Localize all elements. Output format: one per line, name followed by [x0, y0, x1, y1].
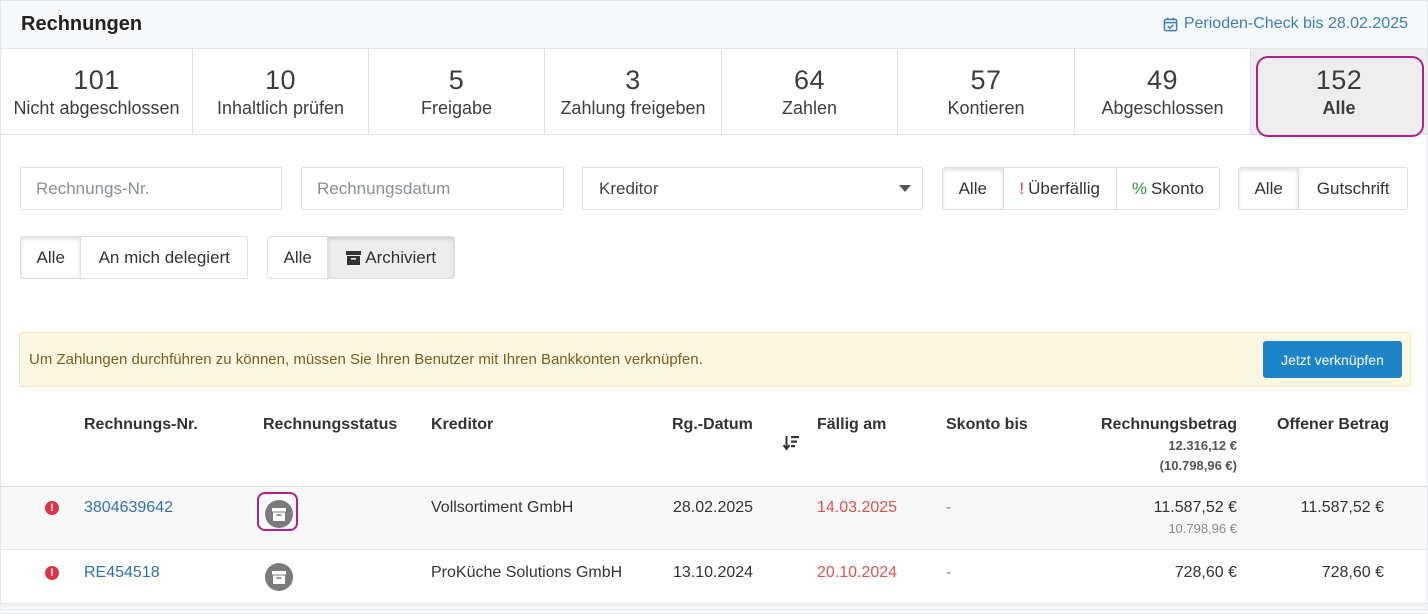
period-check-label: Perioden-Check bis 28.02.2025	[1183, 15, 1408, 32]
invoice-amount-net: 10.798,96 €	[1168, 521, 1237, 536]
calendar-check-icon	[1163, 17, 1178, 31]
tab-nicht-abgeschlossen[interactable]: 101 Nicht abgeschlossen	[1, 49, 193, 134]
button-label: An mich delegiert	[98, 247, 230, 267]
percent-icon: %	[1131, 178, 1147, 198]
tab-count: 57	[970, 65, 1002, 95]
tab-zahlen[interactable]: 64 Zahlen	[722, 49, 898, 134]
archive-filter-all-button[interactable]: Alle	[268, 237, 329, 278]
creditor-select[interactable]: Kreditor	[582, 167, 923, 210]
exclamation-icon: !	[1019, 178, 1025, 198]
button-label: Alle	[283, 247, 312, 267]
open-amount: 728,60 €	[1321, 564, 1384, 581]
table-row[interactable]: ! 3804639642 Vollsortiment GmbH 28.02.20…	[1, 487, 1427, 550]
tab-freigabe[interactable]: 5 Freigabe	[369, 49, 545, 134]
tab-count: 3	[625, 65, 641, 95]
column-header-amount[interactable]: Rechnungsbetrag	[1101, 416, 1237, 434]
invoice-date: 28.02.2025	[673, 499, 754, 516]
tab-abgeschlossen[interactable]: 49 Abgeschlossen	[1075, 49, 1251, 134]
invoice-number-link[interactable]: 3804639642	[84, 499, 173, 517]
column-header-due[interactable]: Fällig am	[817, 416, 886, 434]
creditor-select-value: Kreditor	[599, 179, 659, 198]
column-header-invoice-number[interactable]: Rechnungs-Nr.	[84, 416, 198, 434]
type-filter-group: Alle Gutschrift	[1238, 167, 1408, 210]
exclamation-circle-icon: !	[45, 501, 59, 515]
sort-descending-icon[interactable]	[783, 435, 799, 451]
column-header-discount-until[interactable]: Skonto bis	[946, 416, 1028, 434]
button-label: Archiviert	[365, 247, 437, 267]
archive-glyph	[272, 570, 286, 584]
column-header-date[interactable]: Rg.-Datum	[672, 416, 753, 434]
tab-label: Inhaltlich prüfen	[216, 98, 345, 118]
invoice-amount: 11.587,52 €	[1153, 499, 1237, 516]
archive-box-icon	[346, 250, 362, 265]
archive-icon[interactable]	[265, 563, 293, 591]
button-label: Alle	[958, 178, 987, 198]
invoice-date-filter[interactable]	[301, 167, 564, 210]
alert-message: Um Zahlungen durchführen zu können, müss…	[29, 351, 703, 368]
tab-inhaltlich-pruefen[interactable]: 10 Inhaltlich prüfen	[193, 49, 369, 134]
period-check-link[interactable]: Perioden-Check bis 28.02.2025	[1163, 15, 1408, 33]
type-filter-credit-button[interactable]: Gutschrift	[1299, 168, 1407, 209]
page-title: Rechnungen	[21, 13, 143, 35]
invoice-amount: 728,60 €	[1174, 564, 1237, 581]
invoice-date: 13.10.2024	[673, 564, 754, 581]
archive-icon[interactable]	[265, 500, 293, 528]
tab-label: Alle	[1322, 98, 1356, 118]
caret-down-icon	[899, 185, 911, 192]
tab-zahlung-freigeben[interactable]: 3 Zahlung freigeben	[545, 49, 722, 134]
due-filter-discount-button[interactable]: % Skonto	[1116, 168, 1219, 209]
archive-filter-archived-button[interactable]: Archiviert	[328, 237, 454, 278]
creditor-name: ProKüche Solutions GmbH	[431, 564, 623, 581]
tab-label: Freigabe	[420, 98, 493, 118]
link-now-button[interactable]: Jetzt verknüpfen	[1263, 341, 1402, 378]
discount-until: -	[946, 564, 952, 581]
tab-count: 10	[264, 65, 297, 95]
delegate-filter-group: Alle An mich delegiert	[20, 236, 248, 279]
tab-label: Zahlen	[781, 98, 838, 118]
delegate-filter-mine-button[interactable]: An mich delegiert	[81, 237, 247, 278]
creditor-name: Vollsortiment GmbH	[431, 499, 574, 516]
button-label: Skonto	[1150, 178, 1204, 198]
button-label: Alle	[36, 247, 65, 267]
invoice-number-link[interactable]: RE454518	[84, 564, 160, 582]
invoices-panel: Rechnungen Perioden-Check bis 28.02.2025…	[0, 0, 1428, 614]
open-amount: 11.587,52 €	[1300, 499, 1384, 516]
tab-count: 64	[793, 65, 826, 95]
tab-label: Kontieren	[947, 98, 1025, 118]
due-filter-overdue-button[interactable]: ! Überfällig	[1003, 168, 1117, 209]
button-label: Alle	[1254, 178, 1283, 198]
amount-total: 12.316,12 €	[1168, 438, 1237, 453]
tab-alle[interactable]: 152 Alle	[1251, 49, 1427, 134]
due-filter-all-button[interactable]: Alle	[943, 168, 1004, 209]
amount-total-net: (10.798,96 €)	[1159, 458, 1237, 473]
type-filter-all-button[interactable]: Alle	[1239, 168, 1300, 209]
tab-label: Zahlung freigeben	[560, 98, 706, 118]
tab-count: 152	[1315, 65, 1363, 95]
column-header-open-amount[interactable]: Offener Betrag	[1277, 416, 1389, 434]
discount-until: -	[946, 499, 952, 516]
due-date: 14.03.2025	[817, 499, 898, 516]
button-label: Gutschrift	[1316, 178, 1390, 198]
column-header-creditor[interactable]: Kreditor	[431, 416, 493, 434]
archive-filter-group: Alle Archiviert	[267, 236, 455, 279]
archive-glyph	[272, 507, 286, 521]
exclamation-circle-icon: !	[45, 566, 59, 580]
button-label: Überfällig	[1028, 178, 1100, 198]
invoice-number-filter[interactable]	[20, 167, 282, 210]
due-filter-group: Alle ! Überfällig % Skonto	[942, 167, 1220, 210]
due-date: 20.10.2024	[817, 564, 898, 581]
bank-link-alert: Um Zahlungen durchführen zu können, müss…	[19, 332, 1411, 387]
tab-label: Nicht abgeschlossen	[13, 98, 180, 118]
tab-label: Abgeschlossen	[1101, 98, 1224, 118]
status-tabs: 101 Nicht abgeschlossen 10 Inhaltlich pr…	[1, 49, 1427, 135]
tab-kontieren[interactable]: 57 Kontieren	[898, 49, 1075, 134]
page-bottom-strip	[0, 604, 1428, 611]
tab-count: 49	[1146, 65, 1179, 95]
tab-count: 101	[73, 65, 120, 95]
tab-count: 5	[448, 65, 465, 95]
delegate-filter-all-button[interactable]: Alle	[21, 237, 82, 278]
panel-header: Rechnungen Perioden-Check bis 28.02.2025	[1, 1, 1427, 49]
column-header-status[interactable]: Rechnungsstatus	[263, 416, 397, 434]
